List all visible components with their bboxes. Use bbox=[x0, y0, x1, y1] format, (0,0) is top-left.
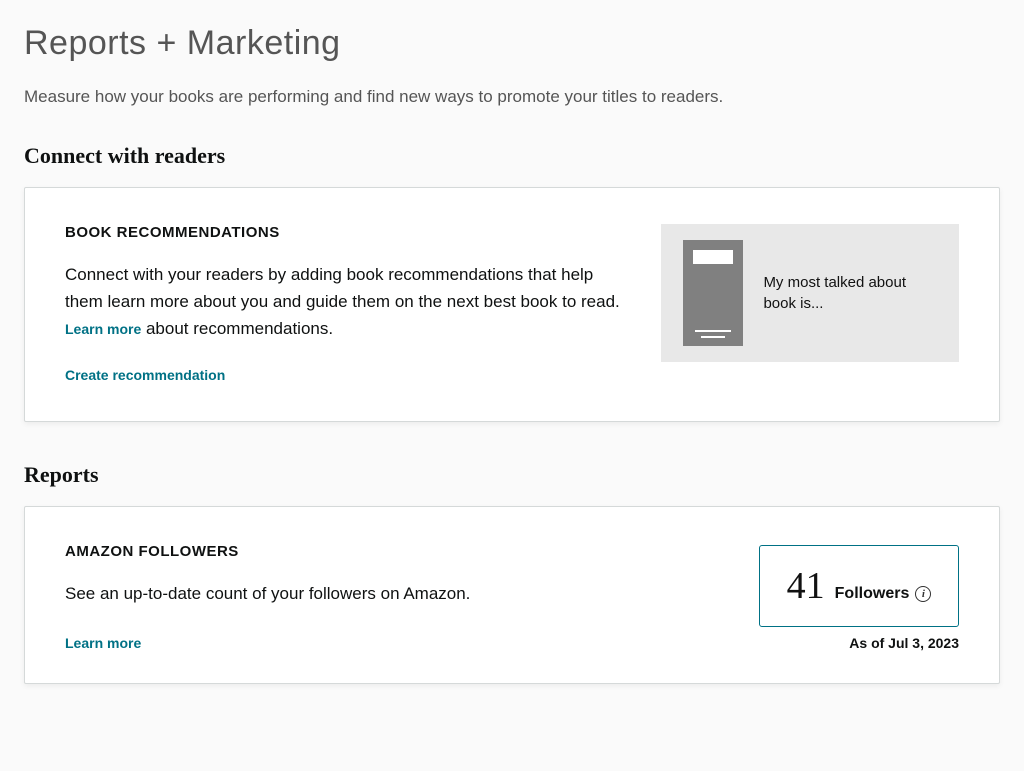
followers-stats: 41 Followers As of Jul 3, 2023 bbox=[759, 545, 959, 651]
followers-count: 41 bbox=[787, 564, 825, 608]
followers-description: See an up-to-date count of your follower… bbox=[65, 580, 645, 607]
page-subtitle: Measure how your books are performing an… bbox=[24, 87, 1000, 107]
book-reco-label: BOOK RECOMMENDATIONS bbox=[65, 224, 631, 241]
book-cover-icon bbox=[683, 240, 743, 346]
book-reco-content: BOOK RECOMMENDATIONS Connect with your r… bbox=[65, 224, 631, 385]
desc-text-1: Connect with your readers by adding book… bbox=[65, 265, 620, 311]
amazon-followers-card: AMAZON FOLLOWERS See an up-to-date count… bbox=[24, 506, 1000, 684]
section-heading-connect: Connect with readers bbox=[24, 143, 1000, 169]
page-title: Reports + Marketing bbox=[24, 24, 1000, 63]
info-icon[interactable] bbox=[915, 586, 931, 602]
followers-count-box: 41 Followers bbox=[759, 545, 959, 627]
preview-text: My most talked about book is... bbox=[763, 272, 937, 314]
desc-text-2: about recommendations. bbox=[141, 319, 333, 338]
followers-text: Followers bbox=[835, 585, 910, 603]
create-recommendation-link[interactable]: Create recommendation bbox=[65, 367, 225, 383]
recommendation-preview: My most talked about book is... bbox=[661, 224, 959, 362]
followers-learn-more-link[interactable]: Learn more bbox=[65, 635, 141, 651]
followers-label: AMAZON FOLLOWERS bbox=[65, 543, 645, 560]
section-heading-reports: Reports bbox=[24, 462, 1000, 488]
book-recommendations-card: BOOK RECOMMENDATIONS Connect with your r… bbox=[24, 187, 1000, 422]
followers-count-label: Followers bbox=[835, 585, 932, 603]
book-reco-description: Connect with your readers by adding book… bbox=[65, 261, 631, 343]
followers-as-of-date: As of Jul 3, 2023 bbox=[849, 635, 959, 651]
learn-more-link[interactable]: Learn more bbox=[65, 321, 141, 337]
followers-content: AMAZON FOLLOWERS See an up-to-date count… bbox=[65, 543, 645, 653]
